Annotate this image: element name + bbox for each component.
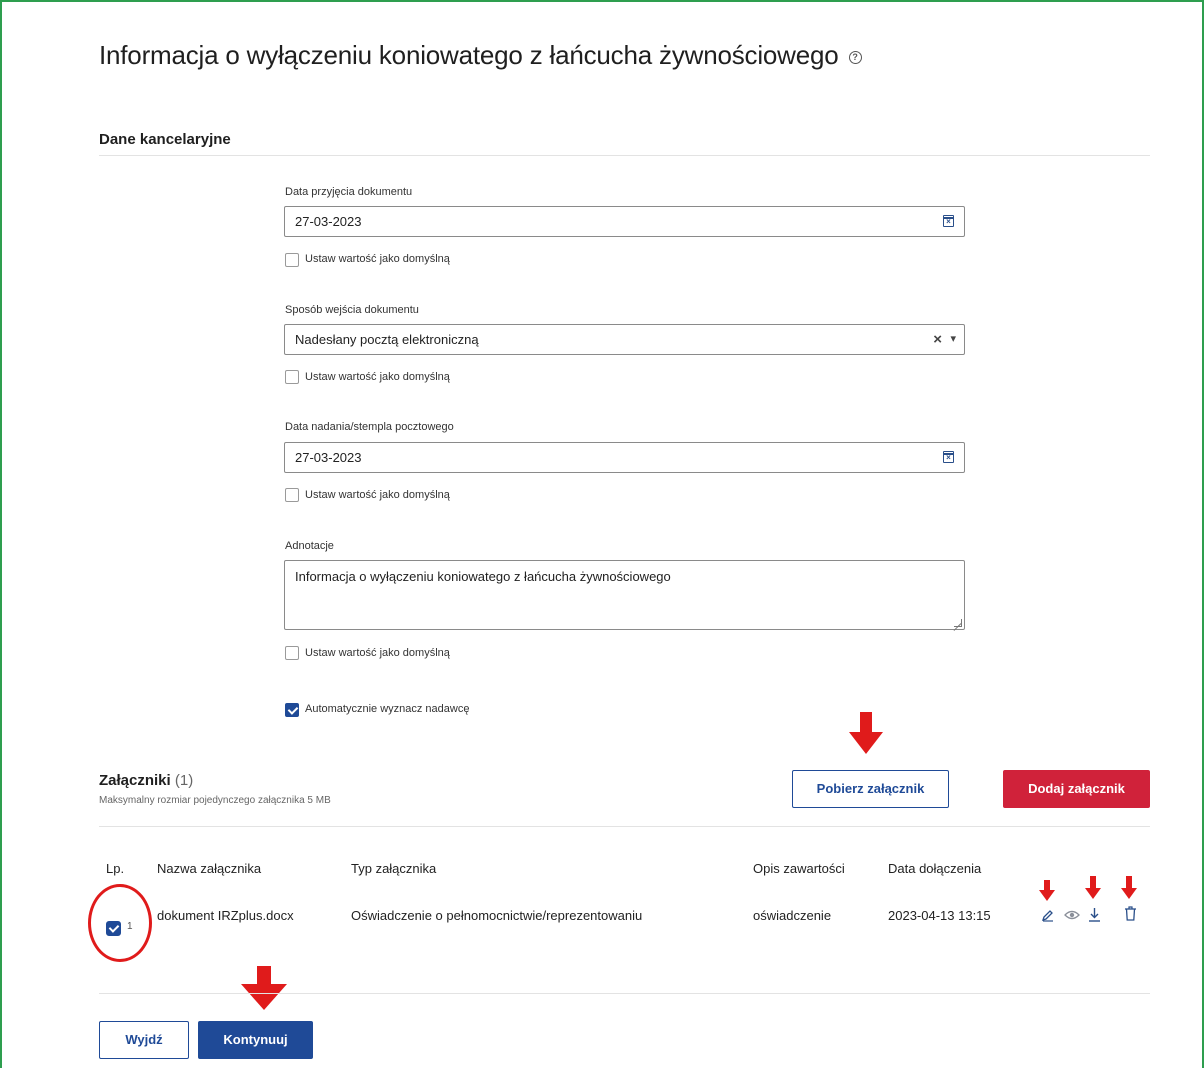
sposob-wejscia-select[interactable]: Nadesłany pocztą elektroniczną × ▾ (284, 324, 965, 355)
add-attachment-button[interactable]: Dodaj załącznik (1003, 770, 1150, 808)
field-label-sposob-wejscia: Sposób wejścia dokumentu (285, 304, 419, 316)
row-name: dokument IRZplus.docx (157, 908, 294, 923)
page-title: Informacja o wyłączeniu koniowatego z ła… (99, 40, 862, 71)
default-checkbox-label: Ustaw wartość jako domyślną (305, 489, 450, 501)
default-checkbox-adnotacje[interactable] (285, 646, 299, 660)
section-title: Dane kancelaryjne (99, 131, 231, 148)
section-divider (99, 155, 1150, 156)
footer-divider (99, 993, 1150, 994)
column-header-type: Typ załącznika (351, 861, 437, 876)
column-header-lp: Lp. (106, 861, 125, 876)
download-attachment-button[interactable]: Pobierz załącznik (792, 770, 949, 808)
attachments-count: (1) (174, 772, 194, 789)
field-label-data-przyjecia: Data przyjęcia dokumentu (285, 186, 413, 198)
row-description: oświadczenie (753, 908, 832, 923)
download-icon[interactable] (1088, 907, 1101, 922)
annotation-arrow (1039, 880, 1055, 902)
default-checkbox-label: Ustaw wartość jako domyślną (305, 647, 450, 659)
resize-handle-icon[interactable] (954, 619, 962, 627)
column-header-date: Data dołączenia (888, 861, 982, 876)
adnotacje-textarea[interactable]: Informacja o wyłączeniu koniowatego z ła… (284, 560, 965, 630)
chevron-down-icon[interactable]: ▾ (950, 325, 956, 354)
clear-icon[interactable]: × (933, 325, 942, 354)
default-checkbox-data-nadania[interactable] (285, 488, 299, 502)
default-checkbox-label: Ustaw wartość jako domyślną (305, 253, 450, 265)
annotation-arrow (849, 712, 883, 756)
data-nadania-value: 27-03-2023 (295, 450, 362, 465)
default-checkbox-data-przyjecia[interactable] (285, 253, 299, 267)
auto-nadawca-label: Automatycznie wyznacz nadawcę (305, 703, 470, 715)
row-date: 2023-04-13 13:15 (888, 908, 991, 923)
data-przyjecia-value: 27-03-2023 (295, 214, 362, 229)
data-nadania-input[interactable]: 27-03-2023 (284, 442, 965, 473)
column-header-name: Nazwa załącznika (157, 861, 262, 876)
data-przyjecia-input[interactable]: 27-03-2023 (284, 206, 965, 237)
default-checkbox-label: Ustaw wartość jako domyślną (305, 371, 450, 383)
view-icon[interactable] (1064, 909, 1080, 921)
calendar-icon[interactable] (943, 215, 954, 227)
auto-nadawca-checkbox[interactable] (285, 703, 299, 717)
sposob-wejscia-value: Nadesłany pocztą elektroniczną (295, 332, 479, 347)
annotation-arrow (1085, 876, 1101, 900)
column-header-description: Opis zawartości (753, 861, 845, 876)
adnotacje-value: Informacja o wyłączeniu koniowatego z ła… (295, 569, 671, 584)
attachments-title-text: Załączniki (99, 772, 171, 789)
default-checkbox-sposob-wejscia[interactable] (285, 370, 299, 384)
annotation-arrow (1121, 876, 1137, 900)
calendar-icon[interactable] (943, 451, 954, 463)
row-type: Oświadczenie o pełnomocnictwie/reprezent… (351, 908, 643, 923)
attachments-title: Załączniki (1) (99, 772, 193, 789)
edit-icon[interactable] (1041, 908, 1055, 922)
exit-button[interactable]: Wyjdź (99, 1021, 189, 1059)
attachments-subtitle: Maksymalny rozmiar pojedynczego załączni… (99, 795, 331, 806)
delete-icon[interactable] (1124, 906, 1137, 921)
annotation-circle (88, 884, 152, 962)
question-circle-icon[interactable]: ? (848, 50, 862, 64)
annotation-arrow (241, 966, 287, 1010)
field-label-data-nadania: Data nadania/stempla pocztowego (285, 421, 454, 433)
field-label-adnotacje: Adnotacje (285, 540, 334, 552)
attachments-divider (99, 826, 1150, 827)
continue-button[interactable]: Kontynuuj (198, 1021, 313, 1059)
page-title-text: Informacja o wyłączeniu koniowatego z ła… (99, 40, 839, 70)
